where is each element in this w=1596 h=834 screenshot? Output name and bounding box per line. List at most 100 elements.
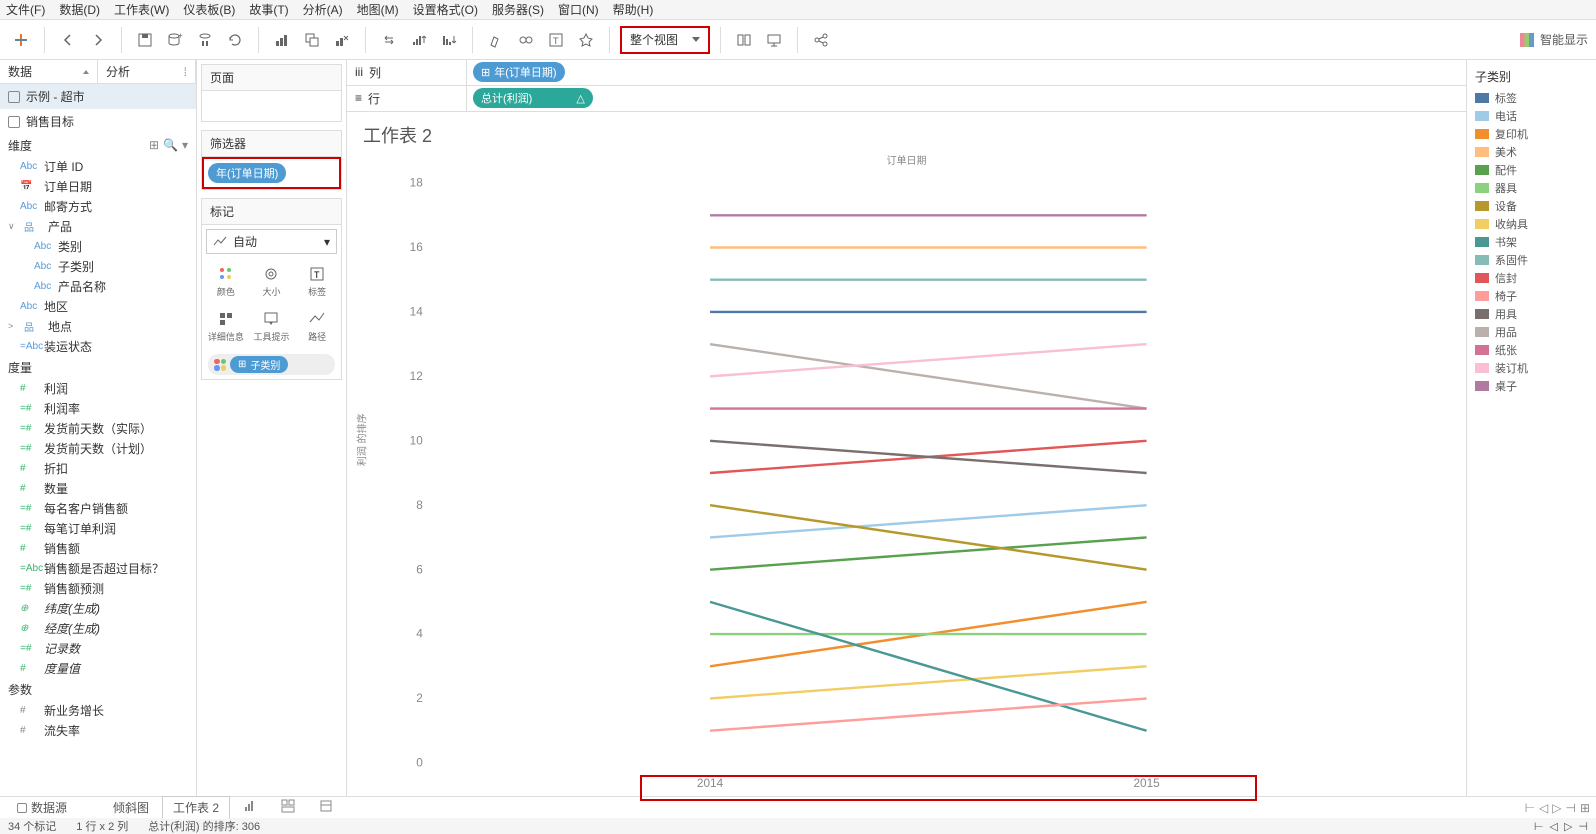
filter-pill-year[interactable]: 年(订单日期) [208,163,286,183]
legend-item[interactable]: 器具 [1471,179,1592,197]
measure-field[interactable]: =#销售额预测 [0,578,196,598]
measure-field[interactable]: #度量值 [0,658,196,678]
fit-dropdown[interactable]: 整个视图 [620,26,710,54]
view-icon[interactable]: ⊞ [149,138,159,152]
dim-field[interactable]: >品地点 [0,316,196,336]
marks-color-pill[interactable]: ⊞子类别 [208,354,335,375]
marks-color[interactable]: 颜色 [204,260,248,303]
dim-field[interactable]: =Abc装运状态 [0,336,196,356]
tableau-logo-icon[interactable] [8,27,34,53]
sheet-tab-2[interactable]: 工作表 2 [162,796,230,819]
row-pill-profit[interactable]: 总计(利润)△ [473,88,593,108]
marks-path[interactable]: 路径 [295,305,339,348]
share-icon[interactable] [808,27,834,53]
param-field[interactable]: #新业务增长 [0,700,196,720]
columns-shelf[interactable]: iii列 ⊞年(订单日期) [347,60,1466,86]
dim-field[interactable]: Abc产品名称 [0,276,196,296]
pin-icon[interactable] [573,27,599,53]
menu-analysis[interactable]: 分析(A) [303,1,343,18]
legend-item[interactable]: 收纳具 [1471,215,1592,233]
legend-item[interactable]: 用具 [1471,305,1592,323]
presentation-icon[interactable] [761,27,787,53]
clear-icon[interactable] [329,27,355,53]
legend-item[interactable]: 配件 [1471,161,1592,179]
measure-field[interactable]: =#发货前天数（实际） [0,418,196,438]
legend-item[interactable]: 复印机 [1471,125,1592,143]
legend-item[interactable]: 装订机 [1471,359,1592,377]
measure-field[interactable]: #销售额 [0,538,196,558]
legend-item[interactable]: 纸张 [1471,341,1592,359]
legend-item[interactable]: 桌子 [1471,377,1592,395]
highlight-icon[interactable] [483,27,509,53]
rows-shelf[interactable]: ≡行 总计(利润)△ [347,86,1466,112]
menu-window[interactable]: 窗口(N) [558,1,599,18]
search-icon[interactable]: 🔍 [163,138,178,152]
datasource-1[interactable]: 示例 - 超市 [0,84,196,109]
nav-first-icon[interactable]: ⊢ [1525,801,1535,815]
tab-data[interactable]: 数据 [0,60,98,83]
measure-field[interactable]: ⊕经度(生成) [0,618,196,638]
new-sheet-icon[interactable] [269,27,295,53]
sort-desc-icon[interactable] [436,27,462,53]
dim-field[interactable]: Abc地区 [0,296,196,316]
menu-format[interactable]: 设置格式(O) [413,1,478,18]
dim-field[interactable]: ∨品产品 [0,216,196,236]
sheet-tab-1[interactable]: 倾斜图 [102,796,160,819]
dim-field[interactable]: Abc订单 ID [0,156,196,176]
new-dashboard-icon[interactable] [270,796,306,819]
tab-analysis[interactable]: 分析⁞ [98,60,196,83]
dim-field[interactable]: 📅订单日期 [0,176,196,196]
group-icon[interactable] [513,27,539,53]
sort-asc-icon[interactable] [406,27,432,53]
new-datasource-icon[interactable]: + [162,27,188,53]
marks-label[interactable]: T标签 [295,260,339,303]
column-pill-year[interactable]: ⊞年(订单日期) [473,62,565,82]
legend-item[interactable]: 电话 [1471,107,1592,125]
measure-field[interactable]: #折扣 [0,458,196,478]
menu-story[interactable]: 故事(T) [249,1,288,18]
refresh-icon[interactable] [222,27,248,53]
measure-field[interactable]: =#记录数 [0,638,196,658]
dim-field[interactable]: Abc类别 [0,236,196,256]
measure-field[interactable]: =Abc销售额是否超过目标？ [0,558,196,578]
sheet-title[interactable]: 工作表 2 [363,122,1458,148]
param-field[interactable]: #流失率 [0,720,196,740]
dim-field[interactable]: Abc子类别 [0,256,196,276]
menu-server[interactable]: 服务器(S) [492,1,544,18]
save-icon[interactable] [132,27,158,53]
measure-field[interactable]: =#利润率 [0,398,196,418]
menu-file[interactable]: 文件(F) [6,1,45,18]
menu-icon[interactable]: ▾ [182,138,188,152]
menu-dashboard[interactable]: 仪表板(B) [183,1,235,18]
show-filmstrip-icon[interactable]: ⊞ [1580,801,1590,815]
nav-prev-icon[interactable]: ◁ [1539,801,1548,815]
legend-item[interactable]: 系固件 [1471,251,1592,269]
forward-icon[interactable] [85,27,111,53]
chart[interactable]: 利润 的排序 02468101214161820142015 [385,171,1448,799]
legend-item[interactable]: 书架 [1471,233,1592,251]
marks-detail[interactable]: 详细信息 [204,305,248,348]
legend-item[interactable]: 设备 [1471,197,1592,215]
measure-field[interactable]: #利润 [0,378,196,398]
mark-type-dropdown[interactable]: 自动 ▾ [206,229,337,254]
legend-item[interactable]: 标签 [1471,89,1592,107]
text-icon[interactable]: T [543,27,569,53]
legend-item[interactable]: 信封 [1471,269,1592,287]
menu-worksheet[interactable]: 工作表(W) [114,1,169,18]
marks-tooltip[interactable]: 工具提示 [250,305,294,348]
swap-icon[interactable] [376,27,402,53]
menu-map[interactable]: 地图(M) [357,1,399,18]
menu-data[interactable]: 数据(D) [59,1,100,18]
menu-help[interactable]: 帮助(H) [613,1,654,18]
legend-item[interactable]: 美术 [1471,143,1592,161]
measure-field[interactable]: #数量 [0,478,196,498]
show-cards-icon[interactable] [731,27,757,53]
measure-field[interactable]: =#每笔订单利润 [0,518,196,538]
pause-icon[interactable] [192,27,218,53]
new-story-icon[interactable] [308,796,344,819]
measure-field[interactable]: ⊕纬度(生成) [0,598,196,618]
measure-field[interactable]: =#每名客户销售额 [0,498,196,518]
measure-field[interactable]: =#发货前天数（计划） [0,438,196,458]
legend-item[interactable]: 用品 [1471,323,1592,341]
nav-last-icon[interactable]: ⊣ [1565,801,1575,815]
